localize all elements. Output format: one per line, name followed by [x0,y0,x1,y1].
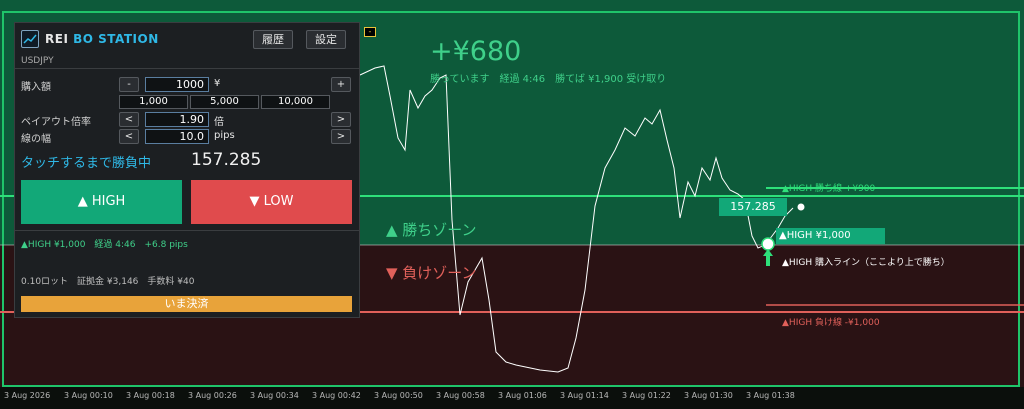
amount-unit: ¥ [214,78,221,89]
payout-input[interactable]: 1.90 [145,112,209,127]
time-tick: 3 Aug 00:18 [126,391,175,400]
line-width-input[interactable]: 10.0 [145,129,209,144]
panel-current-price: 157.285 [191,150,262,170]
price-tag: 157.285 [719,198,787,216]
amount-input[interactable]: 1000 [145,77,209,92]
low-button[interactable]: ▼ LOW [191,180,352,224]
lose-zone-label: ▼ 負けゾーン [386,264,477,282]
line-width-unit: pips [214,130,235,141]
amount-label: 購入額 [21,82,51,93]
high-position-tag: ▲HIGH ¥1,000 [776,228,885,244]
payout-unit: 倍 [214,117,224,128]
time-tick: 3 Aug 00:34 [250,391,299,400]
time-tick: 3 Aug 01:30 [684,391,733,400]
payout-label: ペイアウト倍率 [21,117,91,128]
app-title-main: REI [45,32,69,46]
lot-summary: 0.10ロット 証拠金 ¥3,146 手数料 ¥40 [21,277,195,287]
settings-button[interactable]: 設定 [306,30,346,49]
time-tick: 3 Aug 01:14 [560,391,609,400]
trade-panel: REI BO STATION 履歴 設定 USDJPY 購入額 - 1000 ¥… [14,22,360,318]
collapse-panel-button[interactable]: - [364,27,376,37]
lose-line-label: ▲HIGH 負け線 -¥1,000 [782,318,880,328]
payout-decrease-button[interactable]: < [119,112,139,127]
preset-1000-button[interactable]: 1,000 [119,95,188,109]
settle-now-button[interactable]: いま決済 [21,296,352,312]
win-zone-label: ▲ 勝ちゾーン [386,221,477,239]
high-button[interactable]: ▲ HIGH [21,180,182,224]
buy-line-label: ▲HIGH 購入ライン（ここより上で勝ち） [782,258,950,268]
time-tick: 3 Aug 01:38 [746,391,795,400]
preset-5000-button[interactable]: 5,000 [190,95,259,109]
payout-increase-button[interactable]: > [331,112,351,127]
amount-increase-button[interactable]: + [331,77,351,92]
line-width-decrease-button[interactable]: < [119,129,139,144]
divider [15,68,359,69]
panel-header: REI BO STATION 履歴 設定 [15,23,359,53]
line-width-increase-button[interactable]: > [331,129,351,144]
amount-decrease-button[interactable]: - [119,77,139,92]
divider [15,230,359,231]
app-logo-icon [21,30,39,48]
time-tick: 3 Aug 00:10 [64,391,113,400]
pnl-display: +¥680 [430,36,522,67]
trade-status: 勝っています 経過 4:46 勝てば ¥1,900 受け取り [430,74,667,85]
app-title: REI BO STATION [45,32,159,46]
time-tick: 3 Aug 00:42 [312,391,361,400]
time-axis: 3 Aug 2026 3 Aug 00:10 3 Aug 00:18 3 Aug… [0,387,1024,409]
touch-mode-label: タッチするまで勝負中 [21,156,152,171]
symbol-label: USDJPY [21,56,54,66]
time-tick: 3 Aug 00:26 [188,391,237,400]
history-button[interactable]: 履歴 [253,30,293,49]
time-tick: 3 Aug 00:58 [436,391,485,400]
time-tick: 3 Aug 01:06 [498,391,547,400]
preset-10000-button[interactable]: 10,000 [261,95,330,109]
time-tick: 3 Aug 01:22 [622,391,671,400]
win-line-label: ▲HIGH 勝ち線 +¥900 [782,184,876,194]
app-title-accent: BO STATION [73,32,159,46]
line-width-label: 線の幅 [21,134,51,145]
time-tick: 3 Aug 00:50 [374,391,423,400]
current-price-dot [796,202,806,212]
position-summary: ▲HIGH ¥1,000 経過 4:46 +6.8 pips [21,240,188,250]
time-tick: 3 Aug 2026 [4,391,51,400]
entry-marker [761,237,775,251]
